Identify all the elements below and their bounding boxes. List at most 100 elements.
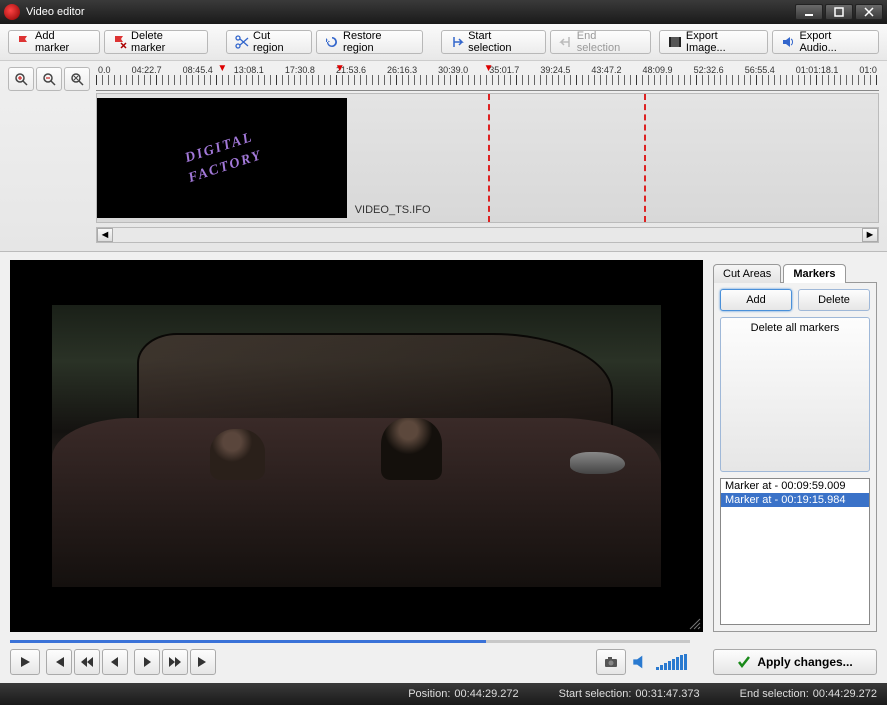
side-panel: Cut Areas Markers Add Delete Delete all … — [713, 260, 877, 632]
fast-fwd-icon — [168, 655, 182, 669]
resize-grip-icon[interactable] — [687, 616, 701, 630]
timeline-section: 0.004:22.708:45.413:08.117:30.821:53.626… — [0, 61, 887, 252]
ruler-tick: 43:47.2 — [591, 65, 621, 75]
selection-end-icon — [559, 35, 573, 49]
play-button[interactable] — [10, 649, 40, 675]
timeline-ruler[interactable]: 0.004:22.708:45.413:08.117:30.821:53.626… — [96, 65, 879, 91]
video-frame — [52, 305, 662, 588]
restore-region-button[interactable]: Restore region — [316, 30, 423, 54]
ruler-tick: 13:08.1 — [234, 65, 264, 75]
scroll-right-button[interactable]: ► — [862, 228, 878, 242]
rewind-button[interactable] — [74, 649, 100, 675]
rewind-icon — [80, 655, 94, 669]
video-preview — [10, 260, 703, 632]
flag-x-icon — [113, 35, 127, 49]
position-value: 00:44:29.272 — [454, 688, 518, 700]
close-button[interactable] — [855, 4, 883, 20]
play-icon — [18, 655, 32, 669]
end-selection-button: End selection — [550, 30, 651, 54]
ruler-tick: 17:30.8 — [285, 65, 315, 75]
selection-start-icon — [450, 35, 464, 49]
camera-icon — [604, 655, 618, 669]
ruler-tick: 52:32.6 — [694, 65, 724, 75]
restore-region-label: Restore region — [343, 30, 414, 54]
export-audio-button[interactable]: Export Audio... — [772, 30, 879, 54]
film-image-icon — [668, 35, 682, 49]
titlebar: Video editor — [0, 0, 887, 24]
step-fwd-button[interactable] — [134, 649, 160, 675]
panel-add-button[interactable]: Add — [720, 289, 792, 311]
audio-export-icon — [781, 35, 795, 49]
ruler-tick: 01:01:18.1 — [796, 65, 839, 75]
go-end-button[interactable] — [190, 649, 216, 675]
video-clip[interactable]: DIGITAL FACTORY — [97, 98, 347, 218]
skip-start-icon — [52, 655, 66, 669]
clip-thumbnail: DIGITAL FACTORY — [179, 128, 264, 189]
timeline-track[interactable]: DIGITAL FACTORY VIDEO_TS.IFO — [96, 93, 879, 223]
marker-indicator: ▼ — [217, 63, 227, 74]
start-selection-label: Start selection: — [559, 688, 632, 700]
zoom-in-icon — [14, 72, 28, 86]
check-icon — [737, 655, 751, 669]
minimize-button[interactable] — [795, 4, 823, 20]
ruler-tick: 56:55.4 — [745, 65, 775, 75]
add-marker-label: Add marker — [35, 30, 91, 54]
end-selection-label: End selection: — [740, 688, 809, 700]
ruler-tick: 04:22.7 — [132, 65, 162, 75]
cut-region-button[interactable]: Cut region — [226, 30, 312, 54]
clip-filename: VIDEO_TS.IFO — [355, 204, 431, 216]
go-start-button[interactable] — [46, 649, 72, 675]
marker-list[interactable]: Marker at - 00:09:59.009Marker at - 00:1… — [720, 478, 870, 625]
marker-list-item[interactable]: Marker at - 00:09:59.009 — [721, 479, 869, 493]
fast-fwd-button[interactable] — [162, 649, 188, 675]
step-back-icon — [108, 655, 122, 669]
zoom-out-button[interactable] — [36, 67, 62, 91]
selection-end-line[interactable] — [644, 94, 646, 222]
ruler-tick: 48:09.9 — [643, 65, 673, 75]
selection-start-line[interactable] — [488, 94, 490, 222]
playhead-indicator: ▼ — [484, 63, 494, 74]
ruler-tick: 26:16.3 — [387, 65, 417, 75]
marker-list-item[interactable]: Marker at - 00:19:15.984 — [721, 493, 869, 507]
app-icon — [4, 4, 20, 20]
snapshot-button[interactable] — [596, 649, 626, 675]
maximize-button[interactable] — [825, 4, 853, 20]
timeline-scrollbar[interactable]: ◄ ► — [96, 227, 879, 243]
end-selection-value: 00:44:29.272 — [813, 688, 877, 700]
restore-icon — [325, 35, 339, 49]
ruler-tick: 30:39.0 — [438, 65, 468, 75]
zoom-in-button[interactable] — [8, 67, 34, 91]
add-marker-button[interactable]: Add marker — [8, 30, 100, 54]
player-controls: Apply changes... — [0, 636, 887, 683]
scissors-icon — [235, 35, 249, 49]
ruler-tick: 39:24.5 — [540, 65, 570, 75]
playback-progress[interactable] — [10, 640, 690, 643]
apply-label: Apply changes... — [757, 655, 852, 669]
tab-markers[interactable]: Markers — [783, 264, 845, 283]
end-selection-label: End selection — [577, 30, 642, 54]
start-selection-value: 00:31:47.373 — [635, 688, 699, 700]
start-selection-button[interactable]: Start selection — [441, 30, 546, 54]
export-image-button[interactable]: Export Image... — [659, 30, 769, 54]
delete-all-markers-button[interactable]: Delete all markers — [720, 317, 870, 472]
export-audio-label: Export Audio... — [799, 30, 870, 54]
step-fwd-icon — [140, 655, 154, 669]
ruler-tick: 01:0 — [859, 65, 877, 75]
volume-slider[interactable] — [656, 654, 687, 670]
window-title: Video editor — [26, 6, 795, 18]
panel-delete-button[interactable]: Delete — [798, 289, 870, 311]
zoom-out-icon — [42, 72, 56, 86]
tab-cut-areas[interactable]: Cut Areas — [713, 264, 781, 283]
flag-icon — [17, 35, 31, 49]
export-image-label: Export Image... — [686, 30, 760, 54]
zoom-fit-icon — [70, 72, 84, 86]
ruler-tick: 08:45.4 — [183, 65, 213, 75]
apply-changes-button[interactable]: Apply changes... — [713, 649, 877, 675]
zoom-fit-button[interactable] — [64, 67, 90, 91]
ruler-tick: 35:01.7 — [489, 65, 519, 75]
scroll-left-button[interactable]: ◄ — [97, 228, 113, 242]
step-back-button[interactable] — [102, 649, 128, 675]
ruler-tick: 0.0 — [98, 65, 111, 75]
delete-marker-button[interactable]: Delete marker — [104, 30, 208, 54]
speaker-icon[interactable] — [632, 653, 650, 671]
